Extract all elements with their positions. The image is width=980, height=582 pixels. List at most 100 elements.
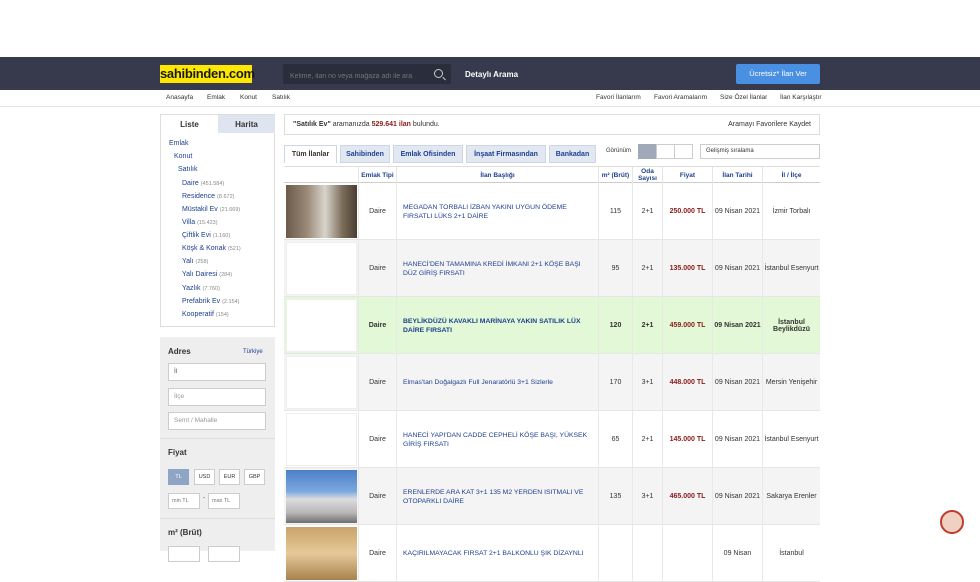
cell-rooms: 2+1 [632, 240, 662, 297]
list-view-button[interactable] [638, 144, 657, 159]
listing-title-link[interactable]: MEGADAN TORBALI İZBAN YAKINI UYGUN ÖDEME… [396, 183, 598, 240]
table-row[interactable]: Daire KAÇIRILMAYACAK FIRSAT 2+1 BALKONLU … [284, 525, 820, 582]
category-item[interactable]: Yazlık (7.760) [182, 285, 220, 292]
favorite-listings-link[interactable]: Favori İlanlarım [596, 94, 641, 101]
tab-by-agency[interactable]: Emlak Ofisinden [393, 145, 463, 163]
category-item[interactable]: Villa (15.423) [182, 219, 218, 226]
category-count: (15.423) [197, 220, 218, 226]
listing-thumbnail[interactable] [286, 470, 357, 523]
listing-title-link[interactable]: Elmas'tan Doğalgazlı Full Jenaratörlü 3+… [396, 354, 598, 411]
category-item[interactable]: Çiftlik Evi (1.160) [182, 232, 230, 239]
category-item[interactable]: Prefabrik Ev (2.154) [182, 298, 240, 305]
province-field[interactable]: İl [168, 363, 266, 381]
post-ad-button[interactable]: Ücretsiz* İlan Ver [736, 64, 820, 84]
col-price[interactable]: Fiyat [662, 167, 712, 183]
category-item[interactable]: Yalı (258) [182, 258, 208, 265]
table-row[interactable]: Daire MEGADAN TORBALI İZBAN YAKINI UYGUN … [284, 183, 820, 240]
col-type[interactable]: Emlak Tipi [358, 167, 396, 183]
search-input[interactable] [284, 67, 424, 86]
table-row[interactable]: Daire ERENLERDE ARA KAT 3+1 135 M2 YERDEN… [284, 468, 820, 525]
cell-area: 170 [598, 354, 632, 411]
min-area-input[interactable] [168, 546, 200, 562]
cell-area: 65 [598, 411, 632, 468]
table-row[interactable]: Daire HANECİ YAPI'DAN CADDE CEPHELİ KÖŞE … [284, 411, 820, 468]
col-rooms[interactable]: Oda Sayısı [632, 167, 662, 183]
listing-thumbnail[interactable] [286, 185, 357, 238]
breadcrumb-item[interactable]: Satılık [272, 94, 290, 101]
breadcrumb-item[interactable]: Anasayfa [166, 94, 193, 101]
cell-date: 09 Nisan 2021 [712, 468, 762, 525]
cell-type: Daire [358, 525, 396, 582]
breadcrumb-item[interactable]: Konut [240, 94, 257, 101]
category-count: (8.672) [217, 194, 235, 200]
divider [160, 438, 275, 439]
category-item[interactable]: Müstakil Ev (21.669) [182, 206, 240, 213]
country-link[interactable]: Türkiye [243, 349, 263, 355]
tab-by-bank[interactable]: Bankadan [549, 145, 596, 163]
cell-rooms: 2+1 [632, 411, 662, 468]
currency-eur-button[interactable]: EUR [219, 469, 240, 485]
detailed-search-link[interactable]: Detaylı Arama [465, 70, 518, 79]
site-logo[interactable]: sahibinden.com [160, 65, 255, 83]
listing-title-link[interactable]: HANECİ YAPI'DAN CADDE CEPHELİ KÖŞE BAŞI,… [396, 411, 598, 468]
listing-thumbnail[interactable] [286, 242, 357, 295]
cell-location: İzmir Torbalı [762, 183, 820, 240]
tab-map-view[interactable]: Harita [218, 115, 275, 133]
category-item[interactable]: Emlak [169, 140, 188, 147]
currency-gbp-button[interactable]: GBP [244, 469, 265, 485]
category-item[interactable]: Konut [174, 153, 192, 160]
cell-price: 250.000 TL [662, 183, 712, 240]
category-item[interactable]: Satılık [178, 166, 197, 173]
listing-thumbnail[interactable] [286, 299, 357, 352]
category-label: Yalı Dairesi [182, 271, 218, 278]
col-area[interactable]: m² (Brüt) [598, 167, 632, 183]
max-price-input[interactable]: max TL [208, 493, 240, 509]
text-fragment: aramanızda [330, 121, 372, 128]
search-box[interactable] [283, 64, 451, 86]
listing-title-link[interactable]: BEYLİKDÜZÜ KAVAKLI MARİNAYA YAKIN SATILI… [396, 297, 598, 354]
channel-logo [940, 510, 964, 534]
tab-by-owner[interactable]: Sahibinden [340, 145, 390, 163]
currency-usd-button[interactable]: USD [194, 469, 215, 485]
cell-price: 465.000 TL [662, 468, 712, 525]
category-item[interactable]: Yalı Dairesi (284) [182, 271, 232, 278]
col-location[interactable]: İl / İlçe [762, 167, 820, 183]
cell-area: 120 [598, 297, 632, 354]
listing-title-link[interactable]: ERENLERDE ARA KAT 3+1 135 M2 YERDEN ISIT… [396, 468, 598, 525]
category-item[interactable]: Daire (451.584) [182, 180, 224, 187]
neighborhood-field[interactable]: Semt / Mahalle [168, 412, 266, 430]
cell-price: 448.000 TL [662, 354, 712, 411]
grid-view-button[interactable] [656, 144, 675, 159]
category-item[interactable]: Köşk & Konak (521) [182, 245, 241, 252]
listing-thumbnail[interactable] [286, 356, 357, 409]
favorite-searches-link[interactable]: Favori Aramalarım [654, 94, 707, 101]
col-title[interactable]: İlan Başlığı [396, 167, 598, 183]
category-item[interactable]: Residence (8.672) [182, 193, 234, 200]
breadcrumb-item[interactable]: Emlak [207, 94, 225, 101]
save-search-link[interactable]: Aramayı Favorilere Kaydet [728, 115, 811, 134]
result-count: 529.641 ilan [371, 121, 411, 128]
table-row[interactable]: Daire Elmas'tan Doğalgazlı Full Jenaratör… [284, 354, 820, 411]
search-icon[interactable] [434, 69, 443, 78]
category-label: Köşk & Konak [182, 245, 226, 252]
table-row[interactable]: Daire BEYLİKDÜZÜ KAVAKLI MARİNAYA YAKIN S… [284, 297, 820, 354]
col-date[interactable]: İlan Tarihi [712, 167, 762, 183]
sort-select[interactable]: Gelişmiş sıralama [700, 144, 820, 159]
listing-title-link[interactable]: KAÇIRILMAYACAK FIRSAT 2+1 BALKONLU ŞIK D… [396, 525, 598, 582]
district-field[interactable]: İlçe [168, 388, 266, 406]
table-row[interactable]: Daire HANECİ'DEN TAMAMINA KREDİ İMKANI 2+… [284, 240, 820, 297]
personal-listings-link[interactable]: Size Özel İlanlar [720, 94, 767, 101]
listing-title-link[interactable]: HANECİ'DEN TAMAMINA KREDİ İMKANI 2+1 KÖŞ… [396, 240, 598, 297]
tab-all-listings[interactable]: Tüm İlanlar [284, 145, 337, 163]
tab-list-view[interactable]: Liste [161, 115, 218, 133]
tab-by-builder[interactable]: İnşaat Firmasından [466, 145, 546, 163]
compare-listings-link[interactable]: İlan Karşılaştır [780, 94, 822, 101]
category-item[interactable]: Kooperatif (154) [182, 311, 229, 318]
min-price-input[interactable]: min TL [168, 493, 200, 509]
currency-tl-button[interactable]: TL [168, 469, 189, 485]
listing-thumbnail[interactable] [286, 413, 357, 466]
max-area-input[interactable] [208, 546, 240, 562]
gallery-view-button[interactable] [674, 144, 693, 159]
category-label: Yazlık [182, 285, 201, 292]
listing-thumbnail[interactable] [286, 527, 357, 580]
